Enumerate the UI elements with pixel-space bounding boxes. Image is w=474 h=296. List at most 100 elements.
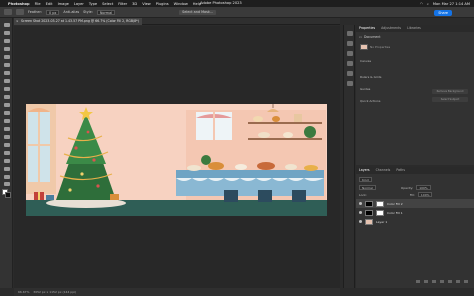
pen-icon[interactable] <box>3 143 10 147</box>
marquee-icon[interactable] <box>3 31 10 35</box>
history-brush-icon[interactable] <box>3 103 10 107</box>
eye-icon[interactable] <box>359 211 362 214</box>
patterns-icon[interactable] <box>347 71 353 76</box>
color-icon[interactable] <box>347 41 353 46</box>
zoom-icon[interactable] <box>3 182 10 186</box>
menu-filter[interactable]: Filter <box>118 2 127 6</box>
kind-filter-select[interactable]: Kind <box>359 177 372 182</box>
document-canvas-image[interactable] <box>26 104 327 216</box>
background-color-swatch[interactable] <box>5 192 11 198</box>
menu-edit[interactable]: Edit <box>46 2 53 6</box>
select-subject-button[interactable]: Select Subject <box>432 97 468 102</box>
fill-input[interactable]: 100% <box>417 192 433 197</box>
fx-icon[interactable] <box>424 280 428 283</box>
close-icon[interactable]: × <box>16 18 19 25</box>
search-icon[interactable]: ⌕ <box>427 2 429 6</box>
clone-stamp-icon[interactable] <box>3 95 10 99</box>
eye-icon[interactable] <box>359 202 362 205</box>
path-select-icon[interactable] <box>3 159 10 163</box>
history-icon[interactable] <box>347 31 353 36</box>
menu-3d[interactable]: 3D <box>132 2 137 6</box>
menu-plugins[interactable]: Plugins <box>156 2 169 6</box>
layer-row-color-fill-2[interactable]: Color Fill 2 <box>356 199 474 208</box>
antialias-checkbox[interactable]: Anti-alias <box>63 10 79 14</box>
layer-name: Color Fill 1 <box>387 210 403 215</box>
menu-window[interactable]: Window <box>174 2 188 6</box>
home-icon[interactable] <box>4 9 12 15</box>
opacity-input[interactable]: 100% <box>416 185 431 190</box>
menu-type[interactable]: Type <box>89 2 97 6</box>
layer-name: Layer 1 <box>376 219 388 224</box>
tab-channels[interactable]: Channels <box>376 167 391 174</box>
menu-layer[interactable]: Layer <box>74 2 84 6</box>
remove-background-button[interactable]: Remove Background <box>432 89 468 94</box>
zoom-level[interactable]: 66.67% <box>18 290 29 294</box>
share-button[interactable]: Share <box>434 9 452 16</box>
select-and-mask-button[interactable]: Select and Mask... <box>179 9 217 15</box>
no-properties-text: No Properties <box>370 45 391 49</box>
layer-row-color-fill-1[interactable]: Color Fill 1 <box>356 208 474 217</box>
section-canvas[interactable]: Canvas <box>360 59 371 63</box>
layer-mask-thumbnail[interactable] <box>376 200 384 207</box>
feather-input[interactable]: 0 px <box>45 9 60 15</box>
type-icon[interactable] <box>3 151 10 155</box>
folder-icon[interactable] <box>448 280 452 283</box>
tab-paths[interactable]: Paths <box>396 167 405 174</box>
eyedropper-icon[interactable] <box>3 71 10 75</box>
add-mask-icon[interactable] <box>432 280 436 283</box>
layer-mask-thumbnail[interactable] <box>376 209 384 216</box>
eye-icon[interactable] <box>359 220 362 223</box>
crop-icon[interactable] <box>3 55 10 59</box>
tools-panel <box>0 18 13 288</box>
adjustment-icon[interactable] <box>440 280 444 283</box>
gradients-icon[interactable] <box>347 61 353 66</box>
document-tab[interactable]: × Screen Shot 2023-03-27 at 1.43.57 PM.p… <box>14 18 142 25</box>
panel-icon-strip <box>343 25 355 288</box>
wifi-icon[interactable]: ◠ <box>420 2 423 6</box>
trash-icon[interactable] <box>464 280 468 283</box>
blend-mode-select[interactable]: Normal <box>359 185 376 190</box>
layer-thumbnail <box>365 200 373 207</box>
canvas-area[interactable] <box>14 26 340 288</box>
menu-image[interactable]: Image <box>58 2 69 6</box>
layer-row-layer-1[interactable]: Layer 1 <box>356 217 474 226</box>
tab-libraries[interactable]: Libraries <box>407 25 421 32</box>
eraser-icon[interactable] <box>3 111 10 115</box>
layers-panel: Layers Channels Paths Kind Normal Opacit… <box>356 167 474 288</box>
section-guides[interactable]: Guides <box>360 87 370 91</box>
brush-icon[interactable] <box>3 87 10 91</box>
tab-adjustments[interactable]: Adjustments <box>381 25 401 32</box>
tab-properties[interactable]: Properties <box>359 25 375 32</box>
app-window-title: Adobe Photoshop 2023 <box>200 1 242 5</box>
layers-blend-row: Normal Opacity: 100% <box>359 185 431 190</box>
link-icon[interactable] <box>416 280 420 283</box>
healing-brush-icon[interactable] <box>3 79 10 83</box>
marquee-tool-icon[interactable] <box>16 9 24 15</box>
dodge-icon[interactable] <box>3 135 10 139</box>
menu-photoshop[interactable]: Photoshop <box>8 2 30 6</box>
document-tab-bar: × Screen Shot 2023-03-27 at 1.43.57 PM.p… <box>14 18 340 25</box>
new-layer-icon[interactable] <box>456 280 460 283</box>
brushes-icon[interactable] <box>347 81 353 86</box>
layers-tabs: Layers Channels Paths <box>356 167 474 174</box>
gradient-icon[interactable] <box>3 119 10 123</box>
tab-layers[interactable]: Layers <box>359 167 370 174</box>
swatches-icon[interactable] <box>347 51 353 56</box>
object-select-icon[interactable] <box>3 47 10 51</box>
menu-select[interactable]: Select <box>102 2 113 6</box>
move-tool-icon[interactable] <box>3 23 10 27</box>
style-select[interactable]: Normal <box>96 9 116 15</box>
menu-view[interactable]: View <box>142 2 151 6</box>
frame-icon[interactable] <box>3 63 10 67</box>
menu-file[interactable]: File <box>35 2 41 6</box>
hand-icon[interactable] <box>3 175 10 179</box>
rectangle-icon[interactable] <box>3 167 10 171</box>
blur-icon[interactable] <box>3 127 10 131</box>
lasso-icon[interactable] <box>3 39 10 43</box>
properties-doc-label: Document <box>364 35 381 39</box>
section-quick-actions[interactable]: Quick Actions <box>360 99 380 103</box>
layers-filter-row: Kind <box>359 177 372 182</box>
menubar-datetime[interactable]: Mon Mar 27 1:14 AM <box>433 2 470 6</box>
section-rulers-grids[interactable]: Rulers & Grids <box>360 75 381 79</box>
document-tab-title: Screen Shot 2023-03-27 at 1.43.57 PM.png… <box>21 19 139 23</box>
